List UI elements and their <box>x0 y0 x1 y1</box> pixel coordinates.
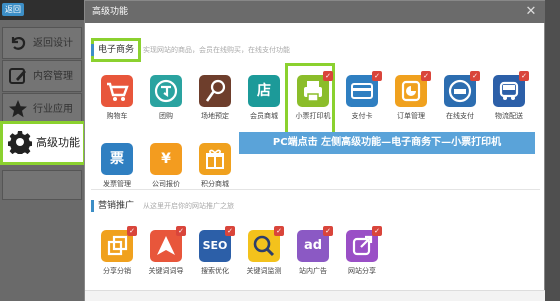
undo-icon <box>11 37 26 50</box>
sidebar-topbar: 返回 <box>0 0 84 20</box>
check-icon: ✓ <box>372 71 382 81</box>
feature-label: 购物车 <box>106 112 128 120</box>
feature-booking[interactable]: 场地预定 <box>193 75 237 133</box>
feature-label: 公司报价 <box>152 180 180 188</box>
section-title: 营销推广 <box>98 201 135 211</box>
group-buy-icon <box>150 75 182 107</box>
check-icon: ✓ <box>176 226 186 236</box>
sidebar-item-label: 高级功能 <box>36 136 80 149</box>
feature-label: 关键词监测 <box>246 267 282 275</box>
gift-icon <box>199 143 231 175</box>
modal-header: 高级功能 ✕ <box>85 1 546 23</box>
cart-icon <box>101 75 133 107</box>
feature-label: 支付卡 <box>351 112 373 120</box>
feature-label: 站内广告 <box>299 267 327 275</box>
check-icon: ✓ <box>225 226 235 236</box>
section-title: 电子商务 <box>98 45 135 55</box>
check-icon: ✓ <box>372 226 382 236</box>
sidebar-item-label: 返回设计 <box>33 38 73 49</box>
feature-group-buy[interactable]: 团购 <box>144 75 188 133</box>
section-accent-bar <box>91 44 94 56</box>
feature-payment-card[interactable]: ✓ 支付卡 <box>340 71 384 133</box>
feature-points-mall[interactable]: 积分商城 <box>193 143 237 201</box>
feature-invoice[interactable]: 票 发票管理 <box>95 143 139 201</box>
section-header-marketing: 营销推广 从这里开启你的网站推广之旅 <box>91 195 531 217</box>
section-description: 从这里开启你的网站推广之旅 <box>143 202 234 210</box>
feature-label: 在线支付 <box>446 112 474 120</box>
feature-label: 关键词词导 <box>148 267 184 275</box>
quote-icon: ¥ <box>150 143 182 175</box>
feature-logistics[interactable]: ✓ 物流配送 <box>487 71 531 133</box>
feature-member-store[interactable]: 店 会员商城 <box>242 75 286 133</box>
modal-footer <box>85 290 546 301</box>
section-divider <box>91 189 540 190</box>
feature-label: 场地预定 <box>201 112 229 120</box>
sidebar-item-return-design[interactable]: 返回设计 <box>2 27 82 59</box>
feature-online-payment[interactable]: ✓ 在线支付 <box>438 71 482 133</box>
feature-label: 网站分享 <box>348 267 376 275</box>
feature-receipt-printer[interactable]: ✓ 小票打印机 <box>291 71 335 133</box>
check-icon: ✓ <box>127 226 137 236</box>
check-icon: ✓ <box>323 226 333 236</box>
sidebar-item-advanced[interactable]: 高级功能 <box>0 121 86 165</box>
gear-icon <box>8 131 32 154</box>
feature-label: 团购 <box>159 112 173 120</box>
invoice-icon: 票 <box>101 143 133 175</box>
check-icon: ✓ <box>274 226 284 236</box>
check-icon: ✓ <box>470 71 480 81</box>
sidebar-item-content[interactable]: 内容管理 <box>2 60 82 92</box>
feature-site-share[interactable]: ✓ 网站分享 <box>340 226 384 288</box>
store-icon: 店 <box>248 75 280 107</box>
feature-seo[interactable]: SEO ✓ 搜索优化 <box>193 226 237 288</box>
feature-keyword-monitor[interactable]: ✓ 关键词监测 <box>242 226 286 288</box>
feature-label: 物流配送 <box>495 112 523 120</box>
feature-order-management[interactable]: ✓ 订单管理 <box>389 71 433 133</box>
feature-site-ads[interactable]: ad ✓ 站内广告 <box>291 226 335 288</box>
feature-label: 小票打印机 <box>295 112 331 120</box>
feature-label: 分享分销 <box>103 267 131 275</box>
sidebar-item-blank <box>2 170 82 200</box>
feature-label: 会员商城 <box>250 112 278 120</box>
feature-keyword-guide[interactable]: ✓ 关键词词导 <box>144 226 188 288</box>
back-badge[interactable]: 返回 <box>2 3 24 16</box>
feature-label: 搜索优化 <box>201 267 229 275</box>
section-header-ecommerce: 电子商务 实现网站的商品，会员在线购买，在线支付功能 <box>91 39 531 61</box>
feature-label: 积分商城 <box>201 180 229 188</box>
feature-cart[interactable]: 购物车 <box>95 75 139 133</box>
sidebar-item-label: 内容管理 <box>33 71 73 82</box>
instruction-callout: PC端点击 左侧高级功能—电子商务下—小票打印机 <box>239 132 535 154</box>
page-scrollbar[interactable] <box>545 0 560 301</box>
modal-title: 高级功能 <box>92 7 129 17</box>
close-icon[interactable]: ✕ <box>524 5 538 19</box>
booking-icon <box>199 75 231 107</box>
feature-label: 发票管理 <box>103 180 131 188</box>
check-icon: ✓ <box>519 71 529 81</box>
section-description: 实现网站的商品，会员在线购买，在线支付功能 <box>143 46 290 54</box>
edit-icon <box>9 68 26 84</box>
feature-label: 订单管理 <box>397 112 425 120</box>
check-icon: ✓ <box>421 71 431 81</box>
feature-company-quote[interactable]: ¥ 公司报价 <box>144 143 188 201</box>
star-icon <box>9 100 27 118</box>
check-icon: ✓ <box>323 71 333 81</box>
section-accent-bar <box>91 200 94 212</box>
feature-share-distribution[interactable]: ✓ 分享分销 <box>95 226 139 288</box>
